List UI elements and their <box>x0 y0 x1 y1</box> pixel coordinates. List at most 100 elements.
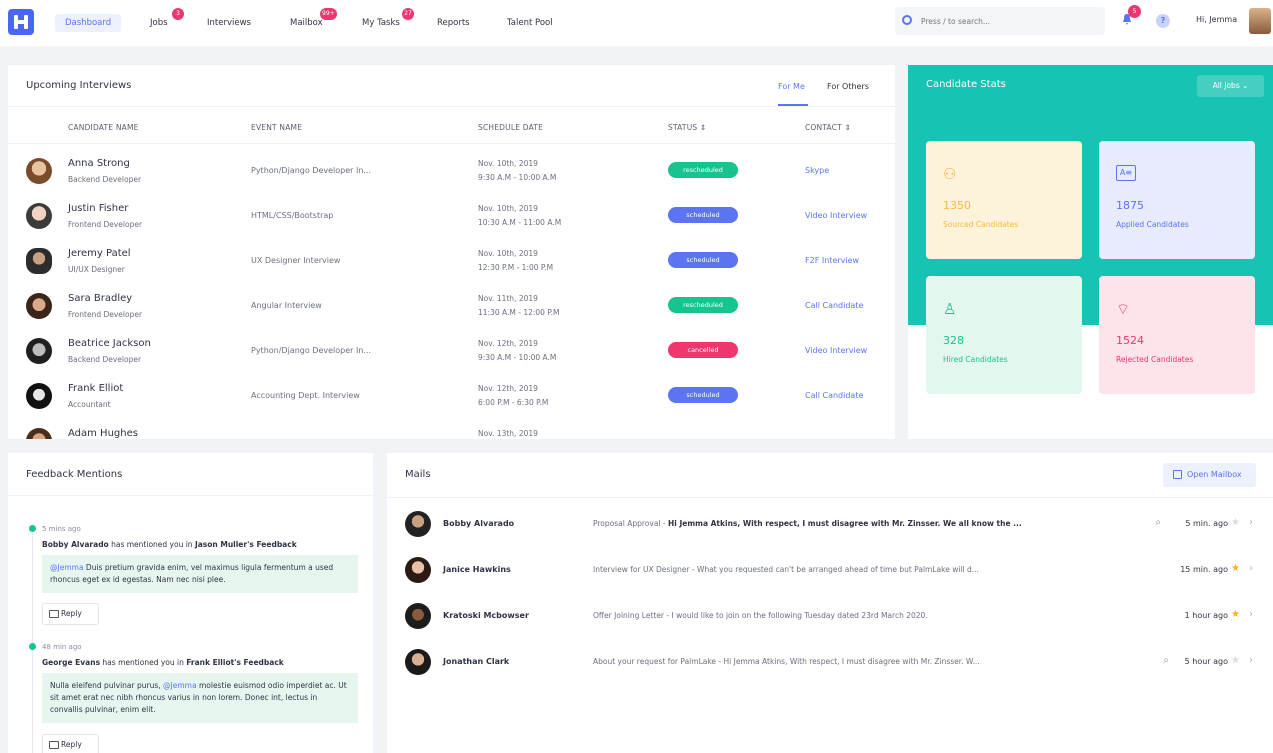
mention-heading: George Evans has mentioned you in Frank … <box>42 658 284 667</box>
thumbs-down-icon: ⌔ <box>1116 300 1131 318</box>
schedule-date: Nov. 10th, 2019 <box>478 249 538 258</box>
help-icon[interactable]: ? <box>1156 14 1170 28</box>
schedule-time: 12:30 P.M - 1:00 P.M <box>478 263 554 272</box>
mail-row[interactable]: Janice Hawkins Interview for UX Designer… <box>387 547 1273 593</box>
nav-mailbox[interactable]: Mailbox 99+ <box>290 8 337 32</box>
schedule-time: 9:30 A.M - 10:00 A.M <box>478 173 557 182</box>
candidate-name[interactable]: Adam Hughes <box>68 428 138 439</box>
user-greeting[interactable]: Hi, Jemma <box>1196 15 1237 24</box>
search-icon <box>902 15 912 25</box>
card-title: Candidate Stats <box>926 79 1006 90</box>
chevron-right-icon[interactable]: › <box>1249 517 1253 528</box>
avatar <box>26 158 52 184</box>
candidate-name[interactable]: Sara Bradley <box>68 293 132 304</box>
reply-label: Reply <box>61 609 82 618</box>
tasks-badge: 27 <box>402 8 414 20</box>
nav-dashboard[interactable]: Dashboard <box>55 14 122 32</box>
avatar <box>26 383 52 409</box>
contact-link[interactable]: Call Candidate <box>805 301 863 310</box>
reply-button[interactable]: Reply <box>42 603 99 625</box>
contact-link[interactable]: Skype <box>805 166 829 175</box>
nav-reports[interactable]: Reports <box>437 14 470 32</box>
avatar <box>26 293 52 319</box>
candidate-name[interactable]: Jeremy Patel <box>68 248 131 259</box>
chevron-right-icon[interactable]: › <box>1249 563 1253 574</box>
divider <box>8 143 895 144</box>
star-icon[interactable]: ★ <box>1231 609 1240 620</box>
star-icon[interactable]: ★ <box>1231 517 1240 528</box>
stat-card-sourced[interactable]: ⚇ 1350 Sourced Candidates <box>926 141 1082 259</box>
candidate-name[interactable]: Frank Elliot <box>68 383 123 394</box>
stat-label: Hired Candidates <box>943 355 1008 364</box>
mention-user[interactable]: Bobby Alvarado <box>42 540 109 549</box>
table-row[interactable]: Frank Elliot Accountant Accounting Dept.… <box>8 372 895 417</box>
table-row[interactable]: Beatrice Jackson Backend Developer Pytho… <box>8 327 895 372</box>
stat-value: 1524 <box>1116 334 1144 347</box>
avatar[interactable] <box>1249 8 1271 34</box>
stat-card-applied[interactable]: A≡ 1875 Applied Candidates <box>1099 141 1255 259</box>
mail-row[interactable]: Bobby Alvarado Proposal Approval - Hi Je… <box>387 501 1273 547</box>
nav-talent-pool[interactable]: Talent Pool <box>507 14 553 32</box>
stat-value: 1350 <box>943 199 971 212</box>
contact-link[interactable]: Video Interview <box>805 211 867 220</box>
mention-target[interactable]: Frank Elliot's Feedback <box>186 658 284 667</box>
logo[interactable] <box>8 9 34 35</box>
mail-subject: Proposal Approval - Hi Jemma Atkins, Wit… <box>593 519 1058 528</box>
reply-label: Reply <box>61 740 82 749</box>
table-row[interactable]: Anna Strong Backend Developer Python/Dja… <box>8 147 895 192</box>
avatar <box>405 557 431 583</box>
tab-for-others[interactable]: For Others <box>827 82 869 91</box>
mail-subject: Offer Joining Letter - I would like to j… <box>593 611 1058 620</box>
mention-time: 48 min ago <box>42 643 82 651</box>
search-input[interactable] <box>895 7 1105 35</box>
contact-link[interactable]: Call Candidate <box>805 391 863 400</box>
mail-sender: Jonathan Clark <box>443 657 510 666</box>
chevron-right-icon[interactable]: › <box>1249 609 1253 620</box>
schedule-time: 10:30 A.M - 11:00 A.M <box>478 218 562 227</box>
candidate-name[interactable]: Anna Strong <box>68 158 130 169</box>
candidate-name[interactable]: Beatrice Jackson <box>68 338 151 349</box>
table-row[interactable]: Adam Hughes Nov. 13th, 2019 <box>8 417 895 439</box>
mails-card: Mails Open Mailbox Bobby Alvarado Propos… <box>387 453 1273 753</box>
col-header-contact[interactable]: CONTACT ⇕ <box>805 123 851 132</box>
star-icon[interactable]: ★ <box>1231 563 1240 574</box>
avatar <box>405 511 431 537</box>
nav-interviews[interactable]: Interviews <box>207 14 251 32</box>
table-row[interactable]: Sara Bradley Frontend Developer Angular … <box>8 282 895 327</box>
stat-card-hired[interactable]: ♙ 328 Hired Candidates <box>926 276 1082 394</box>
timeline-line <box>32 529 33 753</box>
mail-subject: Interview for UX Designer - What you req… <box>593 565 1058 574</box>
chevron-right-icon[interactable]: › <box>1249 655 1253 666</box>
id-card-icon: A≡ <box>1116 165 1136 181</box>
event-name: UX Designer Interview <box>251 256 341 265</box>
star-icon[interactable]: ★ <box>1231 655 1240 666</box>
mention-user[interactable]: George Evans <box>42 658 100 667</box>
nav-jobs[interactable]: Jobs 3 <box>150 8 184 32</box>
mail-subject-title: Offer Joining Letter - <box>593 611 672 620</box>
mail-row[interactable]: Kratoski Mcbowser Offer Joining Letter -… <box>387 593 1273 639</box>
mail-subject-title: About your request for PalmLake - <box>593 657 724 666</box>
reply-button[interactable]: Reply <box>42 734 99 753</box>
status-badge: scheduled <box>668 252 738 268</box>
table-row[interactable]: Jeremy Patel UI/UX Designer UX Designer … <box>8 237 895 282</box>
stat-value: 328 <box>943 334 964 347</box>
stat-card-rejected[interactable]: ⌔ 1524 Rejected Candidates <box>1099 276 1255 394</box>
candidate-name[interactable]: Justin Fisher <box>68 203 128 214</box>
mention-target[interactable]: Jason Muller's Feedback <box>195 540 297 549</box>
col-header-status[interactable]: STATUS ⇕ <box>668 123 706 132</box>
tab-for-me[interactable]: For Me <box>778 82 805 91</box>
mail-row[interactable]: Jonathan Clark About your request for Pa… <box>387 639 1273 685</box>
mail-time: 5 min. ago <box>1185 519 1228 528</box>
mention-message: Duis pretium gravida enim, vel maximus l… <box>50 563 334 584</box>
contact-link[interactable]: Video Interview <box>805 346 867 355</box>
table-row[interactable]: Justin Fisher Frontend Developer HTML/CS… <box>8 192 895 237</box>
contact-link[interactable]: F2F Interview <box>805 256 859 265</box>
mention-tag[interactable]: @Jemma <box>163 681 197 690</box>
stat-label: Sourced Candidates <box>943 220 1019 229</box>
nav-my-tasks[interactable]: My Tasks 27 <box>362 8 414 32</box>
schedule-time: 9:30 A.M - 10:00 A.M <box>478 353 557 362</box>
stat-label: Applied Candidates <box>1116 220 1189 229</box>
jobs-filter-dropdown[interactable]: All Jobs ⌄ <box>1197 75 1264 97</box>
notification-badge: 5 <box>1128 5 1141 18</box>
mention-tag[interactable]: @Jemma <box>50 563 84 572</box>
